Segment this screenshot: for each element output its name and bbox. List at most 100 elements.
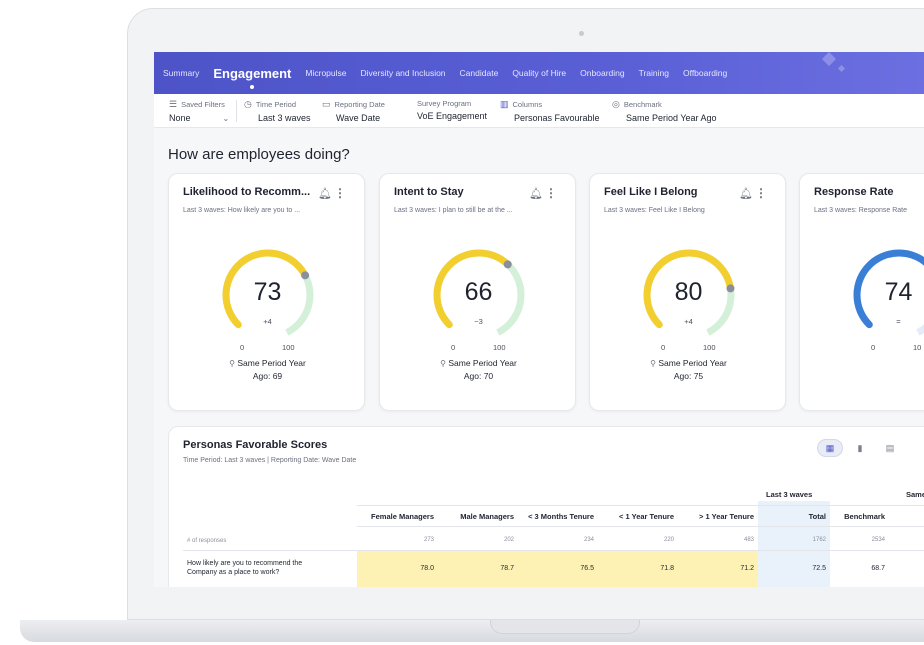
survey-program-value: VoE Engagement [417,111,488,121]
card-title: Intent to Stay [394,186,464,198]
table-cell: 71.2 [740,565,754,572]
nav-item-onboarding[interactable]: Onboarding [580,68,624,78]
gauge-min-label: 0 [871,343,876,352]
metric-card[interactable]: Likelihood to Recomm... 🔔︎ ⋮ Last 3 wave… [168,173,365,411]
table-cell: 220 [663,537,674,543]
more-vertical-icon[interactable]: ⋮ [545,186,557,200]
benchmark-line1: Same Period Year [237,358,306,368]
saved-filters-value: None [169,113,191,123]
question-label: How likely are you to recommend the Compa… [187,559,302,577]
screen: Summary Engagement Micropulse Diversity … [154,52,924,587]
col-over-1-year[interactable]: > 1 Year Tenure [674,512,754,521]
group-header-last-waves: Last 3 waves [766,490,813,499]
columns-filter[interactable]: ▥ Columns Personas Favourable [500,99,600,123]
gauge-max-label: 10 [913,343,922,352]
benchmark-line2: Ago: 69 [252,371,283,381]
col-female-managers[interactable]: Female Managers [357,512,434,521]
gauge-max-label: 100 [282,343,295,352]
metric-card[interactable]: Feel Like I Belong 🔔︎ ⋮ Last 3 waves: Fe… [589,173,786,411]
columns-label: Columns [512,100,543,109]
saved-filters-select[interactable]: ☰ Saved Filters None ⌄ [169,99,229,123]
nav-item-micropulse[interactable]: Micropulse [305,68,346,78]
col-total[interactable]: Total [758,512,826,521]
clock-icon: ◷ [244,99,252,109]
gauge-marker [503,260,512,269]
gauge-value: 66 [464,278,493,306]
bar-chart-icon[interactable]: ▮ [847,439,873,457]
table-cell: 72.5 [812,565,826,572]
filter-icon: ☰ [169,99,178,109]
card-title: Likelihood to Recomm... [183,186,311,198]
gauge-max-label: 100 [493,343,506,352]
more-vertical-icon[interactable]: ⋮ [755,186,767,200]
gauge-min-label: 0 [240,343,245,352]
table-cell: 71.8 [660,565,674,572]
target-icon: ◎ [612,99,620,109]
card-title: Feel Like I Belong [604,186,698,198]
bell-icon[interactable]: 🔔︎ [529,187,543,200]
nav-item-offboarding[interactable]: Offboarding [683,68,727,78]
col-under-3-months[interactable]: < 3 Months Tenure [514,512,594,521]
gauge-value: 74 [884,278,913,306]
divider [357,526,924,527]
filter-divider [236,100,237,122]
personas-table-panel: Personas Favorable Scores Time Period: L… [168,426,924,587]
benchmark-text: ⚲ Same Period Year Ago: 75 [590,357,787,382]
card-title: Response Rate [814,186,894,198]
nav-item-candidate[interactable]: Candidate [460,68,499,78]
table-cell: 76.5 [580,565,594,572]
benchmark-line2: Ago: 70 [463,371,494,381]
map-pin-icon: ⚲ [440,359,446,368]
metric-card[interactable]: Response Rate Last 3 waves: Response Rat… [799,173,924,411]
saved-filters-label: Saved Filters [181,100,225,109]
nav-item-training[interactable]: Training [639,68,669,78]
divider [357,505,924,506]
divider [183,550,924,551]
question-line1: How likely are you to recommend the [187,560,303,567]
list-view-icon[interactable]: ▤ [877,439,903,457]
nav-item-engagement[interactable]: Engagement [213,66,291,89]
survey-program-filter[interactable]: Survey Program VoE Engagement [417,99,487,121]
metric-card[interactable]: Intent to Stay 🔔︎ ⋮ Last 3 waves: I plan… [379,173,576,411]
table-cell: 483 [743,537,754,543]
panel-title: Personas Favorable Scores [183,439,328,451]
time-period-label: Time Period [255,100,297,109]
survey-program-label: Survey Program [417,99,472,108]
nav-decoration [821,52,837,67]
nav-item-quality-of-hire[interactable]: Quality of Hire [512,68,566,78]
gauge-min-label: 0 [451,343,456,352]
gauge-value: 80 [674,278,703,306]
nav-item-diversity-inclusion[interactable]: Diversity and Inclusion [361,68,446,78]
gauge-delta: −3 [474,317,483,326]
columns-icon: ▥ [500,99,509,109]
gauge-min-label: 0 [661,343,666,352]
table-cell: 78.7 [500,565,514,572]
gauge-value: 73 [253,278,282,306]
view-toggle: ▦ ▮ ▤ [817,439,903,457]
benchmark-line1: Same Period Year [448,358,517,368]
question-line2: Company as a place to work? [187,569,280,576]
card-subtitle: Last 3 waves: How likely are you to ... [183,207,301,214]
top-nav: Summary Engagement Micropulse Diversity … [154,52,924,94]
benchmark-line1: Same Period Year [658,358,727,368]
table-cell: 2534 [871,537,885,543]
reporting-date-filter[interactable]: ▭ Reporting Date Wave Date [322,99,385,123]
nav-item-summary[interactable]: Summary [163,68,199,78]
bell-icon[interactable]: 🔔︎ [739,187,753,200]
col-male-managers[interactable]: Male Managers [434,512,514,521]
bell-icon[interactable]: 🔔︎ [318,187,332,200]
columns-value: Personas Favourable [514,113,600,123]
more-vertical-icon[interactable]: ⋮ [334,186,346,200]
col-benchmark[interactable]: Benchmark [830,512,885,521]
benchmark-filter[interactable]: ◎ Benchmark Same Period Year Ago [612,99,717,123]
card-subtitle: Last 3 waves: Response Rate [814,207,907,214]
map-pin-icon: ⚲ [229,359,235,368]
gauge-max-label: 100 [703,343,716,352]
benchmark-label: Benchmark [623,100,662,109]
col-under-1-year[interactable]: < 1 Year Tenure [594,512,674,521]
table-view-icon[interactable]: ▦ [817,439,843,457]
table-cell: 273 [423,537,434,543]
benchmark-value: Same Period Year Ago [626,113,717,123]
map-pin-icon: ⚲ [650,359,656,368]
time-period-filter[interactable]: ◷ Time Period Last 3 waves [244,99,311,123]
